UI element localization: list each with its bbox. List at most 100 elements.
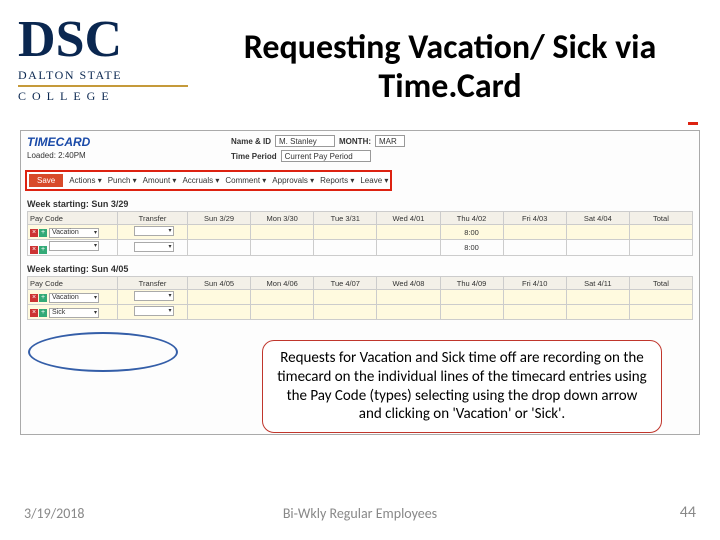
month-label: MONTH: [339,137,371,146]
add-row-icon[interactable]: + [39,294,47,302]
col-day: Wed 4/08 [377,277,440,290]
month-field[interactable]: MAR [375,135,405,147]
col-day: Fri 4/10 [503,277,566,290]
cell[interactable] [629,305,692,320]
cell[interactable] [251,290,314,305]
slide-title: Requesting Vacation/ Sick via Time.Card [210,28,690,106]
menu-punch[interactable]: Punch ▾ [108,176,137,185]
col-total: Total [629,212,692,225]
name-id-field[interactable]: M. Stanley [275,135,335,147]
cell[interactable] [377,240,440,256]
col-day: Thu 4/02 [440,212,503,225]
transfer-dropdown[interactable] [134,242,174,252]
cell[interactable] [629,225,692,240]
col-day: Sun 3/29 [188,212,251,225]
col-day: Thu 4/09 [440,277,503,290]
delete-row-icon[interactable]: × [30,229,38,237]
col-transfer: Transfer [118,277,188,290]
cell[interactable] [566,290,629,305]
cell[interactable] [314,290,377,305]
table-row: ×+Sick [28,305,693,320]
logo-letter: C [84,14,122,66]
menu-leave[interactable]: Leave ▾ [360,176,388,185]
week-label: Week starting: Sun 4/05 [27,264,693,274]
slide: D S C DALTON STATE COLLEGE Requesting Va… [0,0,720,540]
cell[interactable] [440,305,503,320]
logo-divider [18,85,188,87]
table-row: ×+ 8:00 [28,240,693,256]
cell[interactable] [503,305,566,320]
cell[interactable] [503,290,566,305]
cell[interactable] [314,225,377,240]
delete-row-icon[interactable]: × [30,294,38,302]
period-field[interactable]: Current Pay Period [281,150,371,162]
cell[interactable] [314,305,377,320]
menu-amount[interactable]: Amount ▾ [143,176,177,185]
cell[interactable] [503,240,566,256]
cell[interactable] [188,225,251,240]
paycode-dropdown[interactable]: Sick [49,308,99,318]
dsc-logo: D S C DALTON STATE COLLEGE [18,14,188,104]
paycode-dropdown[interactable] [49,241,99,251]
paycode-dropdown[interactable]: Vacation [49,293,99,303]
footer-page-number: 44 [680,503,696,522]
col-day: Sat 4/04 [566,212,629,225]
col-total: Total [629,277,692,290]
save-button[interactable]: Save [29,174,63,187]
logo-line2: COLLEGE [18,89,188,104]
menu-reports[interactable]: Reports ▾ [320,176,354,185]
col-day: Tue 4/07 [314,277,377,290]
cell[interactable] [251,305,314,320]
cell[interactable] [188,290,251,305]
menu-comment[interactable]: Comment ▾ [225,176,266,185]
transfer-dropdown[interactable] [134,226,174,236]
cell[interactable] [377,290,440,305]
cell[interactable] [188,305,251,320]
callout-box: Requests for Vacation and Sick time off … [262,340,662,433]
cell[interactable] [377,225,440,240]
cell[interactable] [566,240,629,256]
cell[interactable] [251,225,314,240]
cell[interactable] [629,240,692,256]
cell[interactable] [314,240,377,256]
cell[interactable]: 8:00 [440,225,503,240]
delete-row-icon[interactable]: × [30,309,38,317]
red-mark [688,122,698,125]
timecard-grid: Pay Code Transfer Sun 3/29 Mon 3/30 Tue … [27,211,693,256]
cell[interactable]: 8:00 [440,240,503,256]
timecard-toolbar: Save Actions ▾ Punch ▾ Amount ▾ Accruals… [25,170,392,191]
cell[interactable] [377,305,440,320]
logo-letter: S [56,14,85,66]
menu-approvals[interactable]: Approvals ▾ [272,176,314,185]
cell[interactable] [566,225,629,240]
week-label: Week starting: Sun 3/29 [27,199,693,209]
transfer-dropdown[interactable] [134,291,174,301]
logo-letter: D [18,14,56,66]
menu-actions[interactable]: Actions ▾ [69,176,101,185]
add-row-icon[interactable]: + [39,246,47,254]
add-row-icon[interactable]: + [39,229,47,237]
cell[interactable] [629,290,692,305]
delete-row-icon[interactable]: × [30,246,38,254]
col-paycode: Pay Code [28,277,118,290]
col-day: Sun 4/05 [188,277,251,290]
table-row: ×+Vacation 8:00 [28,225,693,240]
logo-line1: DALTON STATE [18,68,188,83]
cell[interactable] [188,240,251,256]
transfer-dropdown[interactable] [134,306,174,316]
menu-accruals[interactable]: Accruals ▾ [182,176,219,185]
add-row-icon[interactable]: + [39,309,47,317]
table-row: ×+Vacation [28,290,693,305]
highlight-oval [28,332,178,372]
col-day: Mon 3/30 [251,212,314,225]
col-transfer: Transfer [118,212,188,225]
cell[interactable] [251,240,314,256]
timecard-grid: Pay Code Transfer Sun 4/05 Mon 4/06 Tue … [27,276,693,320]
col-day: Sat 4/11 [566,277,629,290]
col-day: Tue 3/31 [314,212,377,225]
cell[interactable] [440,290,503,305]
paycode-dropdown[interactable]: Vacation [49,228,99,238]
cell[interactable] [503,225,566,240]
col-day: Wed 4/01 [377,212,440,225]
cell[interactable] [566,305,629,320]
